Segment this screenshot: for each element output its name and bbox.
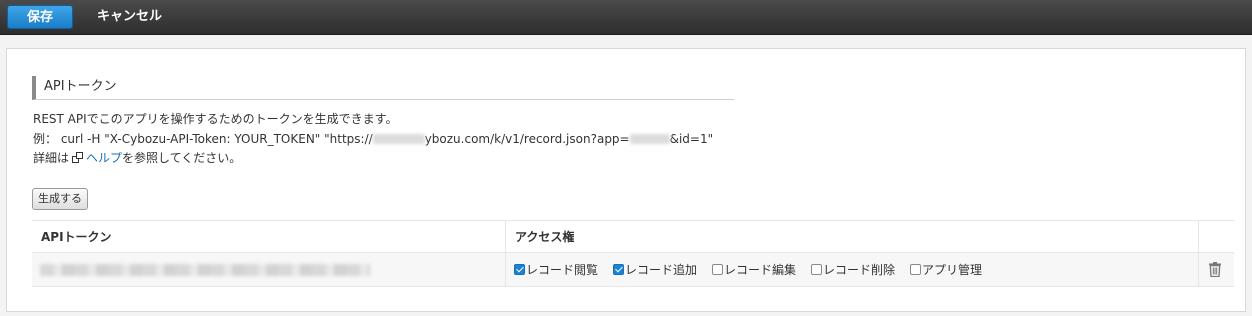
example-middle: ybozu.com/k/v1/record.json?app= (424, 132, 630, 146)
column-divider (505, 253, 506, 286)
table-row: レコード閲覧 レコード追加 レコード編集 レコード削除 アプリ管理 (32, 253, 1234, 287)
column-divider (505, 221, 506, 253)
example-suffix: &id=1" (669, 132, 714, 146)
description-line: REST APIでこのアプリを操作するためのトークンを生成できます。 (33, 110, 397, 127)
checkbox-checked[interactable] (514, 264, 525, 275)
redacted-subdomain (372, 134, 425, 144)
permission-label: レコード編集 (724, 263, 797, 277)
settings-panel: APIトークン REST APIでこのアプリを操作するためのトークンを生成できま… (6, 48, 1246, 312)
trash-icon[interactable] (1209, 262, 1221, 277)
section-title: APIトークン (32, 76, 734, 100)
help-line: 詳細は ヘルプを参照してください。 (33, 149, 241, 166)
permission-label: レコード削除 (823, 263, 896, 277)
checkbox-unchecked[interactable] (811, 264, 822, 275)
redacted-app-id (629, 134, 670, 144)
checkbox-checked[interactable] (613, 264, 624, 275)
token-table: APIトークン アクセス権 レコード閲覧 レコード追加 レコード編集 レコード削… (32, 220, 1234, 287)
checkbox-unchecked[interactable] (910, 264, 921, 275)
help-link[interactable]: ヘルプ (86, 151, 122, 165)
permission-manage-checkbox[interactable]: アプリ管理 (910, 262, 982, 278)
help-prefix: 詳細は (33, 151, 70, 165)
help-suffix: を参照してください。 (122, 151, 242, 165)
checkbox-unchecked[interactable] (712, 264, 723, 275)
permission-label: アプリ管理 (922, 263, 983, 277)
column-divider (1198, 221, 1199, 253)
permission-label: レコード追加 (625, 263, 698, 277)
example-line: 例： curl -H "X-Cybozu-API-Token: YOUR_TOK… (33, 130, 713, 147)
permission-edit-checkbox[interactable]: レコード編集 (712, 262, 796, 278)
external-link-icon (72, 152, 84, 163)
column-divider (1198, 253, 1199, 286)
description-text: REST APIでこのアプリを操作するためのトークンを生成できます。 (33, 112, 398, 126)
redacted-token (40, 264, 370, 276)
top-toolbar: 保存 キャンセル (0, 0, 1252, 35)
permission-label: レコード閲覧 (526, 263, 599, 277)
access-column-header: アクセス権 (515, 230, 575, 244)
permission-delete-checkbox[interactable]: レコード削除 (811, 262, 895, 278)
token-column-header: APIトークン (41, 230, 112, 244)
table-header: APIトークン アクセス権 (32, 220, 1234, 253)
save-button[interactable]: 保存 (7, 5, 73, 29)
permission-view-checkbox[interactable]: レコード閲覧 (514, 262, 598, 278)
example-prefix: 例： curl -H "X-Cybozu-API-Token: YOUR_TOK… (33, 132, 373, 146)
cancel-button[interactable]: キャンセル (97, 6, 162, 28)
permission-add-checkbox[interactable]: レコード追加 (613, 262, 697, 278)
generate-token-button[interactable]: 生成する (32, 188, 88, 210)
